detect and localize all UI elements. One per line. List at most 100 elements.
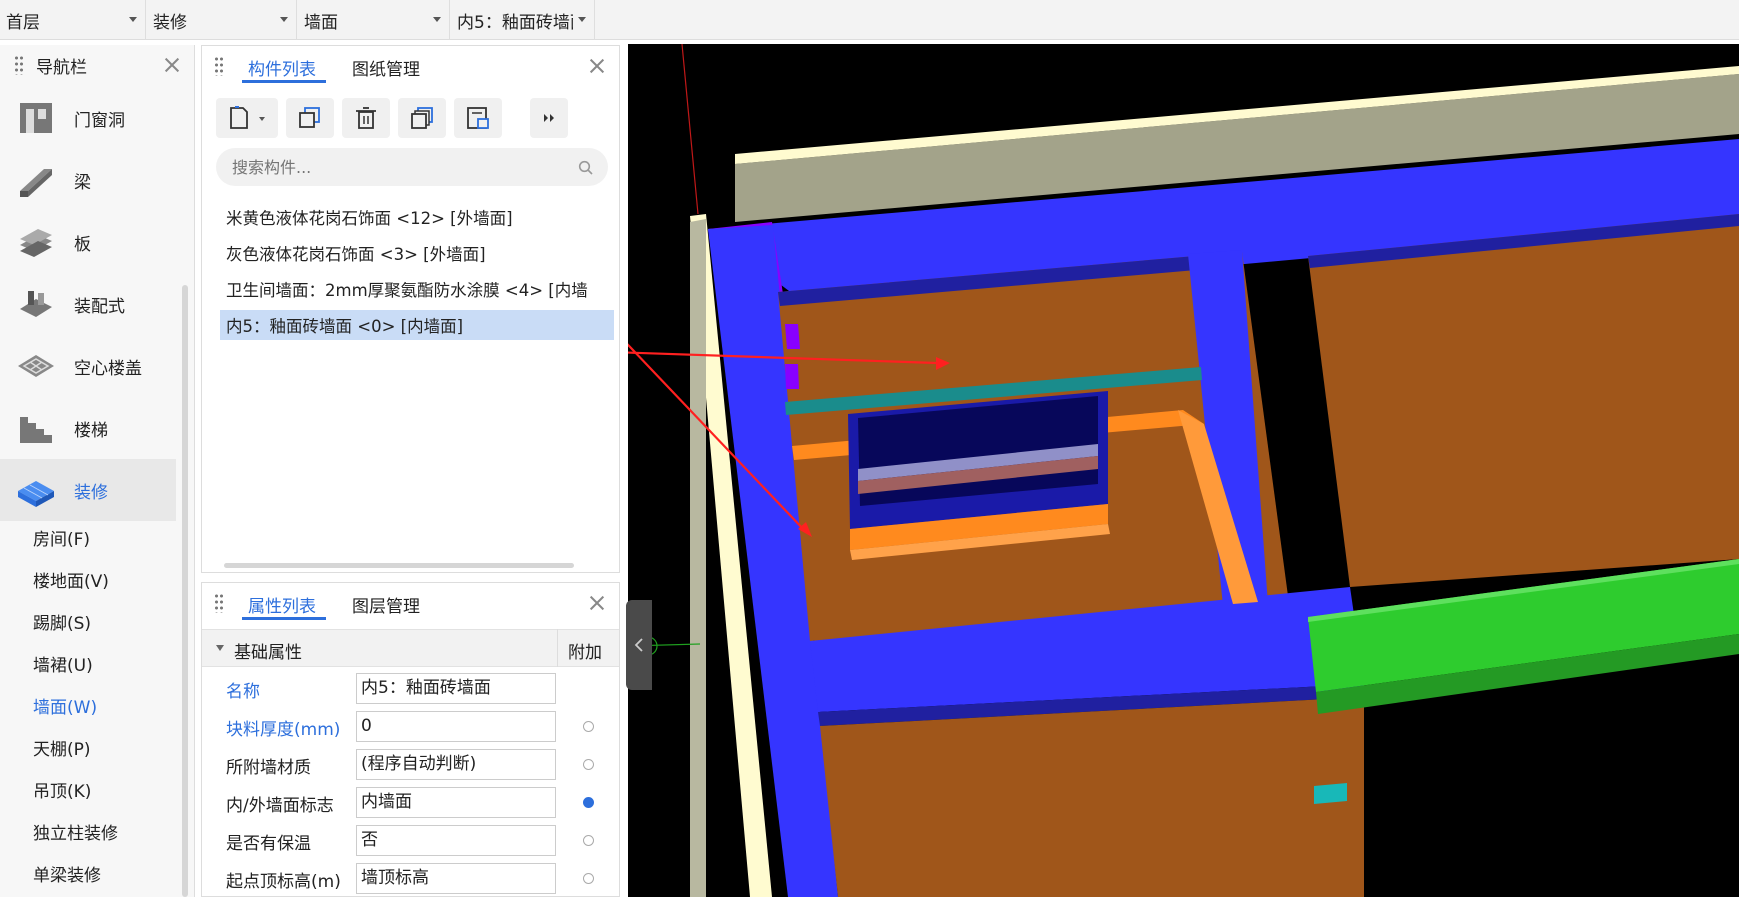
hollow-floor-icon	[18, 355, 54, 377]
extra-attribute-radio-checked[interactable]	[583, 797, 594, 808]
nav-item-prefab[interactable]: 装配式	[0, 273, 176, 335]
panel-collapse-handle[interactable]	[626, 600, 652, 690]
sub-item-wall-surface[interactable]: 墙面(W)	[33, 693, 97, 718]
nav-item-label: 门窗洞	[74, 110, 125, 131]
property-row: 是否有保温 否	[202, 821, 619, 859]
close-icon[interactable]	[587, 56, 607, 76]
component-list-panel: 构件列表 图纸管理 米黄色液体花岗石饰面 <12> [外墙面] 灰色液体花岗石饰…	[201, 45, 620, 573]
tab-property-list[interactable]: 属性列表	[246, 592, 318, 617]
sub-item-beam-decoration[interactable]: 单梁装修	[33, 861, 101, 886]
import-component-button[interactable]	[454, 98, 502, 138]
property-row: 内/外墙面标志 内墙面	[202, 783, 619, 821]
sub-item-suspended-ceiling[interactable]: 吊顶(K)	[33, 777, 91, 802]
collapse-triangle-icon[interactable]	[216, 645, 224, 651]
nav-scrollbar[interactable]	[182, 285, 188, 897]
property-row: 起点顶标高(m) 墙顶标高	[202, 859, 619, 897]
property-row: 所附墙材质 (程序自动判断)	[202, 745, 619, 783]
floor-dropdown[interactable]: 首层	[0, 0, 146, 40]
trash-icon	[356, 107, 376, 129]
active-tab-indicator	[242, 80, 326, 83]
sub-item-ceiling[interactable]: 天棚(P)	[33, 735, 91, 760]
3d-model-render	[628, 44, 1739, 897]
import-icon	[467, 107, 489, 129]
component-row[interactable]: 灰色液体花岗石饰面 <3> [外墙面]	[220, 238, 614, 268]
tab-component-list[interactable]: 构件列表	[246, 55, 318, 80]
drag-handle-icon[interactable]	[214, 56, 224, 76]
component-dropdown[interactable]: 内5：釉面砖墙面	[451, 0, 595, 40]
prefab-icon	[20, 291, 52, 317]
property-value-field[interactable]: 否	[356, 825, 556, 856]
nav-item-label: 空心楼盖	[74, 358, 142, 379]
property-group-title: 基础属性	[234, 643, 302, 663]
search-input[interactable]	[232, 148, 552, 186]
extra-attribute-radio[interactable]	[583, 835, 594, 846]
chevron-down-icon	[280, 17, 288, 22]
close-icon[interactable]	[162, 55, 182, 75]
double-chevron-right-icon	[544, 114, 554, 122]
property-value-field[interactable]: 0	[356, 711, 556, 742]
nav-item-slab[interactable]: 板	[0, 211, 176, 273]
property-value-field[interactable]: 内墙面	[356, 787, 556, 818]
search-icon[interactable]	[578, 160, 594, 176]
nav-item-decoration[interactable]: 装修	[0, 459, 176, 521]
extra-attribute-radio[interactable]	[583, 721, 594, 732]
navigation-panel: 导航栏 门窗洞 梁 板 装配式 空心楼盖 楼梯 装修 房间(F) 楼地面(V) …	[0, 45, 195, 897]
decoration-icon	[18, 481, 54, 507]
chevron-down-icon	[433, 17, 441, 22]
copy-component-button[interactable]	[286, 98, 334, 138]
component-search[interactable]	[216, 148, 608, 186]
new-component-button[interactable]	[216, 98, 278, 138]
property-value-field[interactable]: 内5：釉面砖墙面	[356, 673, 556, 704]
type-dropdown[interactable]: 墙面	[298, 0, 450, 40]
duplicate-icon	[411, 107, 433, 129]
door-window-icon	[20, 103, 52, 133]
more-tools-button[interactable]	[530, 98, 568, 138]
sub-item-room[interactable]: 房间(F)	[33, 525, 90, 550]
chevron-down-icon	[129, 17, 137, 22]
top-toolbar: 首层 装修 墙面 内5：釉面砖墙面	[0, 0, 1739, 40]
delete-component-button[interactable]	[342, 98, 390, 138]
column-divider	[557, 629, 558, 667]
component-row[interactable]: 米黄色液体花岗石饰面 <12> [外墙面]	[220, 202, 614, 232]
sub-item-skirting[interactable]: 踢脚(S)	[33, 609, 91, 634]
nav-item-beam[interactable]: 梁	[0, 149, 176, 211]
sub-item-dado[interactable]: 墙裙(U)	[33, 651, 93, 676]
nav-item-door-window[interactable]: 门窗洞	[0, 87, 176, 149]
extra-attribute-radio[interactable]	[583, 759, 594, 770]
stairs-icon	[20, 417, 52, 443]
nav-item-stairs[interactable]: 楼梯	[0, 397, 176, 459]
sub-item-floor[interactable]: 楼地面(V)	[33, 567, 109, 592]
nav-item-label: 梁	[74, 172, 91, 193]
category-dropdown[interactable]: 装修	[147, 0, 297, 40]
duplicate-to-floor-button[interactable]	[398, 98, 446, 138]
property-name: 名称	[226, 682, 260, 702]
property-row: 块料厚度(mm) 0	[202, 707, 619, 745]
component-row[interactable]: 卫生间墙面：2mm厚聚氨酯防水涂膜 <4> [内墙	[220, 274, 614, 304]
nav-title: 导航栏	[36, 57, 87, 78]
app-window: 首层 装修 墙面 内5：釉面砖墙面 导航栏 门窗洞 梁 板	[0, 0, 1739, 897]
type-dropdown-value: 墙面	[304, 12, 338, 33]
drag-handle-icon[interactable]	[14, 55, 24, 75]
component-list-scrollbar[interactable]	[224, 563, 574, 568]
property-name: 所附墙材质	[226, 758, 311, 778]
property-value-field[interactable]: (程序自动判断)	[356, 749, 556, 780]
property-list-panel: 属性列表 图层管理 基础属性 附加 名称 内5：釉面砖墙面 块料厚度(mm) 0…	[201, 582, 620, 897]
drag-handle-icon[interactable]	[214, 593, 224, 613]
sub-item-column-decoration[interactable]: 独立柱装修	[33, 819, 118, 844]
nav-header: 导航栏	[0, 45, 194, 85]
chevron-left-icon	[634, 638, 643, 652]
new-file-icon	[230, 106, 265, 129]
property-name: 内/外墙面标志	[226, 796, 334, 816]
tab-drawing-management[interactable]: 图纸管理	[350, 55, 422, 80]
3d-viewport[interactable]	[628, 44, 1739, 897]
nav-item-label: 装修	[74, 482, 108, 503]
extra-attribute-radio[interactable]	[583, 873, 594, 884]
component-row-selected[interactable]: 内5：釉面砖墙面 <0> [内墙面]	[220, 310, 614, 340]
tab-layer-management[interactable]: 图层管理	[350, 592, 422, 617]
property-value-field[interactable]: 墙顶标高	[356, 863, 556, 894]
extra-column-header: 附加	[568, 643, 602, 663]
close-icon[interactable]	[587, 593, 607, 613]
nav-item-hollow-floor[interactable]: 空心楼盖	[0, 335, 176, 397]
active-tab-indicator	[242, 617, 326, 620]
property-name: 是否有保温	[226, 834, 311, 854]
